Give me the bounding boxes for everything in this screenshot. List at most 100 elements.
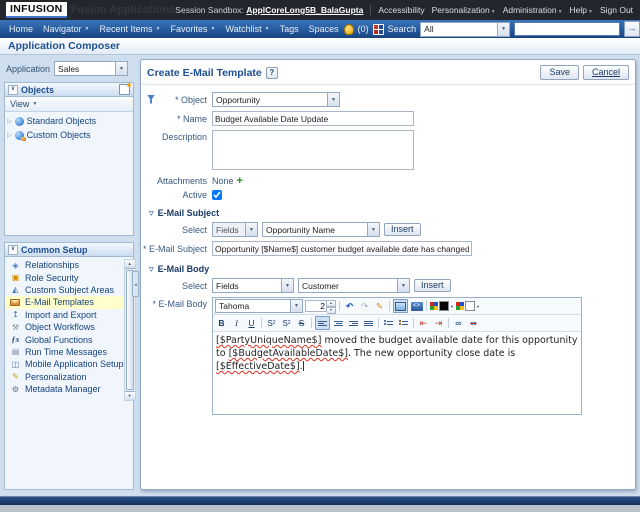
body-field-select[interactable]: Customer ▼ [298, 278, 410, 293]
sidebar-item-relationships[interactable]: ◈ Relationships [5, 259, 124, 271]
bold-icon[interactable]: B [215, 317, 228, 329]
footer-bar [0, 496, 640, 505]
sidebar-item-role-security[interactable]: ▣ Role Security [5, 271, 124, 283]
administration-menu[interactable]: Administration▼ [503, 5, 563, 15]
subject-field-select[interactable]: Opportunity Name ▼ [262, 222, 380, 237]
italic-icon[interactable]: I [230, 317, 243, 329]
sidebar-item-email-templates[interactable]: E-Mail Templates [5, 296, 124, 309]
cancel-button[interactable]: Cancel [582, 65, 629, 80]
search-go-button[interactable]: → [624, 21, 640, 37]
collapse-panel-icon[interactable]: ∨ [8, 244, 18, 255]
underline-icon[interactable]: U [245, 317, 258, 329]
increase-indent-icon[interactable]: ⇥ [432, 317, 445, 329]
active-checkbox[interactable] [212, 190, 222, 200]
subject-insert-button[interactable]: Insert [384, 223, 421, 236]
view-menu-bar: View ▼ [5, 97, 133, 112]
merge-token: [$PartyUniqueName$] [216, 335, 322, 346]
tree-item-standard-objects[interactable]: ▷ Standard Objects [7, 116, 131, 126]
font-family-select[interactable]: Tahoma ▼ [215, 299, 303, 313]
scroll-up-icon[interactable]: ▲ [124, 260, 135, 269]
sidebar-item-run-time-messages[interactable]: ▤ Run Time Messages [5, 346, 124, 358]
accessibility-link[interactable]: Accessibility [378, 5, 424, 15]
nav-home[interactable]: Home [4, 24, 38, 34]
sandbox-link[interactable]: ApplCoreLong5B_BalaGupta [246, 5, 363, 15]
personalization-menu[interactable]: Personalization▼ [432, 5, 496, 15]
sign-out-link[interactable]: Sign Out [600, 5, 633, 15]
email-body-editor-content[interactable]: [$PartyUniqueName$] moved the budget ava… [213, 332, 581, 414]
numbered-list-icon[interactable] [397, 317, 410, 329]
email-subject-section-header[interactable]: ▽ E-Mail Subject [149, 208, 627, 218]
add-link-icon[interactable]: ∞ [452, 317, 465, 329]
align-justify-icon[interactable] [362, 317, 375, 329]
worklist-grid-icon[interactable] [372, 23, 384, 35]
nav-spaces[interactable]: Spaces [304, 24, 344, 34]
remove-link-icon[interactable]: ∞ [467, 317, 480, 329]
strikethrough-icon[interactable]: S [295, 317, 308, 329]
font-size-input[interactable] [305, 300, 327, 312]
tree-item-custom-objects[interactable]: ▷ Custom Objects [7, 130, 131, 141]
email-body-section-header[interactable]: ▽ E-Mail Body [149, 264, 627, 274]
subscript-icon[interactable]: S2 [265, 317, 278, 329]
dropdown-arrow-icon: ▼ [245, 223, 257, 236]
search-scope-select[interactable]: All ▼ [420, 21, 511, 37]
common-setup-list: ◈ Relationships ▣ Role Security ◭ Custom Su… [5, 257, 124, 489]
sidebar-item-custom-subject-areas[interactable]: ◭ Custom Subject Areas [5, 284, 124, 296]
panel-collapse-handle[interactable]: ◄ [132, 271, 139, 297]
object-select[interactable]: Opportunity ▼ [212, 92, 340, 107]
align-left-icon[interactable] [315, 316, 330, 330]
expand-icon[interactable]: ▷ [7, 132, 12, 139]
description-input[interactable] [212, 130, 414, 170]
undo-icon[interactable]: ↶ [343, 300, 356, 312]
custom-objects-icon [14, 130, 26, 141]
sidebar-item-object-workflows[interactable]: ⚒ Object Workflows [5, 321, 124, 333]
background-color-picker[interactable]: ▼ [456, 300, 480, 312]
nav-navigator[interactable]: Navigator ▼ [38, 24, 94, 34]
bullet-list-icon[interactable] [382, 317, 395, 329]
align-right-icon[interactable] [347, 317, 360, 329]
form-title: Create E-Mail Template [147, 66, 262, 79]
sidebar-item-import-export[interactable]: ↥ Import and Export [5, 309, 124, 321]
superscript-icon[interactable]: S2 [280, 317, 293, 329]
help-menu[interactable]: Help▼ [570, 5, 593, 15]
sidebar-item-personalization[interactable]: ✎ Personalization [5, 371, 124, 383]
expand-icon[interactable]: ▷ [7, 118, 12, 125]
align-center-icon[interactable] [332, 317, 345, 329]
decrease-indent-icon[interactable]: ⇤ [417, 317, 430, 329]
search-input[interactable] [514, 22, 621, 36]
name-input[interactable] [212, 111, 414, 126]
rich-text-mode-icon[interactable] [393, 299, 408, 313]
save-button[interactable]: Save [540, 65, 579, 80]
sidebar-item-metadata-manager[interactable]: ⚙ Metadata Manager [5, 383, 124, 395]
lock-icon: ▣ [11, 273, 20, 283]
subject-select-type[interactable]: Fields ▼ [212, 222, 258, 237]
email-subject-label: * E-Mail Subject [143, 243, 208, 254]
nav-recent-items[interactable]: Recent Items ▼ [95, 24, 166, 34]
step-up-icon[interactable]: ▲ [327, 300, 336, 307]
body-insert-button[interactable]: Insert [414, 279, 451, 292]
source-code-mode-icon[interactable]: <> [410, 300, 423, 312]
common-setup-title: Common Setup [21, 244, 88, 255]
scroll-down-icon[interactable]: ▼ [124, 391, 135, 400]
add-attachment-icon[interactable]: + [237, 175, 243, 186]
font-color-picker[interactable]: ▼ [430, 300, 454, 312]
new-window-icon[interactable] [119, 83, 131, 95]
clear-formatting-icon[interactable]: ✎ [373, 300, 386, 312]
step-down-icon[interactable]: ▼ [327, 307, 336, 314]
nav-tags[interactable]: Tags [275, 24, 304, 34]
notification-bell-icon[interactable] [343, 23, 354, 35]
sidebar-item-global-functions[interactable]: ƒx Global Functions [5, 333, 124, 345]
sidebar-item-mobile-application-setup[interactable]: ◫ Mobile Application Setup [5, 358, 124, 370]
collapse-section-icon[interactable]: ▽ [149, 210, 154, 217]
body-select-type[interactable]: Fields ▼ [212, 278, 294, 293]
description-label: Description [161, 132, 207, 142]
collapse-panel-icon[interactable]: ∨ [8, 84, 18, 95]
nav-watchlist[interactable]: Watchlist ▼ [220, 24, 274, 34]
font-size-stepper[interactable]: ▲▼ [305, 300, 336, 314]
application-select[interactable]: Sales ▼ [54, 61, 129, 76]
nav-favorites[interactable]: Favorites ▼ [165, 24, 220, 34]
collapse-section-icon[interactable]: ▽ [149, 266, 154, 273]
redo-icon[interactable]: ↷ [358, 300, 371, 312]
help-icon[interactable]: ? [265, 66, 278, 79]
email-subject-input[interactable] [212, 241, 472, 256]
view-menu[interactable]: View [10, 99, 29, 109]
